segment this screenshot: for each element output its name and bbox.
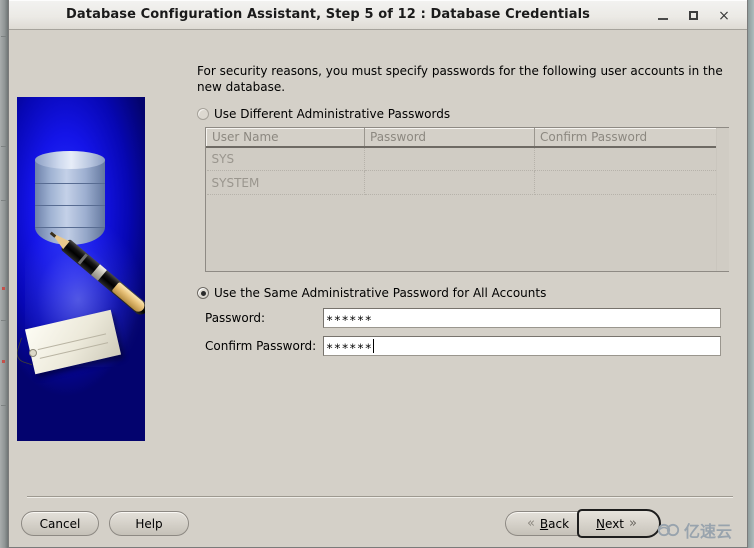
chevron-left-icon: « bbox=[526, 516, 535, 531]
password-field[interactable]: ∗∗∗∗∗∗ bbox=[323, 308, 721, 328]
confirm-password-value: ∗∗∗∗∗∗ bbox=[326, 339, 373, 353]
next-button-label: Next bbox=[596, 516, 624, 531]
navigation-button-group: « Back Next » bbox=[505, 509, 661, 538]
confirm-password-label: Confirm Password: bbox=[205, 339, 317, 353]
column-header-user-name[interactable]: User Name bbox=[206, 128, 365, 148]
password-value: ∗∗∗∗∗∗ bbox=[326, 311, 373, 325]
main-content: For security reasons, you must specify p… bbox=[197, 63, 739, 356]
instruction-text: For security reasons, you must specify p… bbox=[197, 64, 723, 94]
background-tick bbox=[1, 200, 6, 201]
radio-label-same: Use the Same Administrative Password for… bbox=[214, 286, 547, 300]
back-button[interactable]: « Back bbox=[505, 511, 585, 536]
background-tick bbox=[1, 320, 6, 321]
radio-button-selected-icon[interactable] bbox=[197, 287, 209, 299]
table-vertical-scrollbar[interactable] bbox=[716, 128, 729, 271]
text-cursor bbox=[373, 339, 375, 353]
wizard-banner-image bbox=[17, 97, 145, 441]
cell-password[interactable] bbox=[364, 146, 535, 171]
close-icon[interactable]: × bbox=[715, 7, 733, 25]
cell-user-name[interactable]: SYSTEM bbox=[206, 170, 365, 195]
minimize-icon[interactable] bbox=[654, 7, 672, 25]
background-marker bbox=[2, 360, 5, 363]
footer-divider bbox=[27, 496, 733, 498]
cell-confirm-password[interactable] bbox=[534, 170, 718, 195]
table-header-row: User Name Password Confirm Password bbox=[206, 128, 718, 148]
cylinder-band bbox=[35, 204, 105, 228]
column-header-confirm-password[interactable]: Confirm Password bbox=[534, 128, 718, 148]
radio-use-different-passwords[interactable]: Use Different Administrative Passwords bbox=[197, 107, 739, 121]
database-cylinder-icon bbox=[35, 151, 105, 249]
dialog-window: Database Configuration Assistant, Step 5… bbox=[8, 0, 748, 548]
cancel-button[interactable]: Cancel bbox=[21, 511, 99, 536]
confirm-password-row: Confirm Password: ∗∗∗∗∗∗ bbox=[205, 336, 739, 356]
background-window-strip bbox=[0, 0, 8, 548]
cell-confirm-password[interactable] bbox=[534, 146, 718, 171]
cell-user-name[interactable]: SYS bbox=[206, 146, 365, 171]
credentials-grid: User Name Password Confirm Password SYS bbox=[206, 128, 718, 195]
window-title: Database Configuration Assistant, Step 5… bbox=[66, 7, 590, 22]
cylinder-band bbox=[35, 182, 105, 206]
cell-password[interactable] bbox=[364, 170, 535, 195]
radio-use-same-password[interactable]: Use the Same Administrative Password for… bbox=[197, 286, 739, 300]
password-label: Password: bbox=[205, 311, 266, 325]
dialog-footer: Cancel Help « Back Next » 亿速云 bbox=[9, 499, 747, 547]
radio-label-different: Use Different Administrative Passwords bbox=[214, 107, 451, 121]
confirm-password-field[interactable]: ∗∗∗∗∗∗ bbox=[323, 336, 721, 356]
background-tick bbox=[1, 405, 6, 406]
background-tick bbox=[1, 146, 6, 147]
password-row: Password: ∗∗∗∗∗∗ bbox=[205, 308, 739, 328]
help-button[interactable]: Help bbox=[109, 511, 189, 536]
credentials-table[interactable]: User Name Password Confirm Password SYS bbox=[205, 127, 729, 272]
table-row[interactable]: SYS bbox=[206, 146, 718, 171]
chevron-right-icon: » bbox=[629, 516, 637, 531]
watermark: 亿速云 bbox=[653, 515, 745, 545]
title-bar[interactable]: Database Configuration Assistant, Step 5… bbox=[9, 0, 747, 30]
maximize-glyph bbox=[688, 11, 698, 20]
column-header-password[interactable]: Password bbox=[364, 128, 535, 148]
tag-line bbox=[37, 333, 107, 351]
next-button[interactable]: Next » bbox=[577, 509, 661, 538]
maximize-icon[interactable] bbox=[684, 7, 702, 25]
cylinder-top bbox=[35, 151, 105, 169]
radio-button-unselected-icon[interactable] bbox=[197, 108, 209, 120]
cloud-logo-icon bbox=[657, 523, 680, 537]
background-tick bbox=[1, 36, 6, 37]
tag-line bbox=[39, 342, 109, 359]
dialog-body: For security reasons, you must specify p… bbox=[9, 30, 747, 547]
background-marker bbox=[2, 287, 5, 290]
watermark-text: 亿速云 bbox=[684, 522, 733, 541]
back-button-label: Back bbox=[539, 516, 570, 531]
minimize-glyph bbox=[658, 18, 668, 20]
table-row[interactable]: SYSTEM bbox=[206, 170, 718, 195]
background-right-edge bbox=[748, 0, 754, 548]
